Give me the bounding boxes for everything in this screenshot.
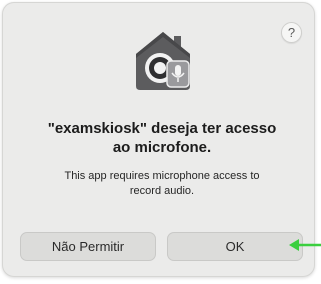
privacy-microphone-icon <box>136 32 190 90</box>
dialog-title-line-2: ao microfone. <box>112 139 212 156</box>
permission-dialog: ? "examskiosk" deseja ter acesso ao micr… <box>2 2 315 277</box>
dialog-message-line-2: record audio. <box>129 185 195 197</box>
dialog-message: This app requires microphone access to r… <box>22 169 302 199</box>
deny-button[interactable]: Não Permitir <box>20 232 156 261</box>
dialog-title-line-1: "examskiosk" deseja ter acesso <box>47 120 277 137</box>
dialog-title: "examskiosk" deseja ter acesso ao microf… <box>22 119 302 157</box>
dialog-message-line-1: This app requires microphone access to <box>64 170 260 182</box>
ok-button[interactable]: OK <box>167 232 303 261</box>
help-button[interactable]: ? <box>281 22 302 43</box>
green-arrow-left-icon <box>289 239 321 251</box>
